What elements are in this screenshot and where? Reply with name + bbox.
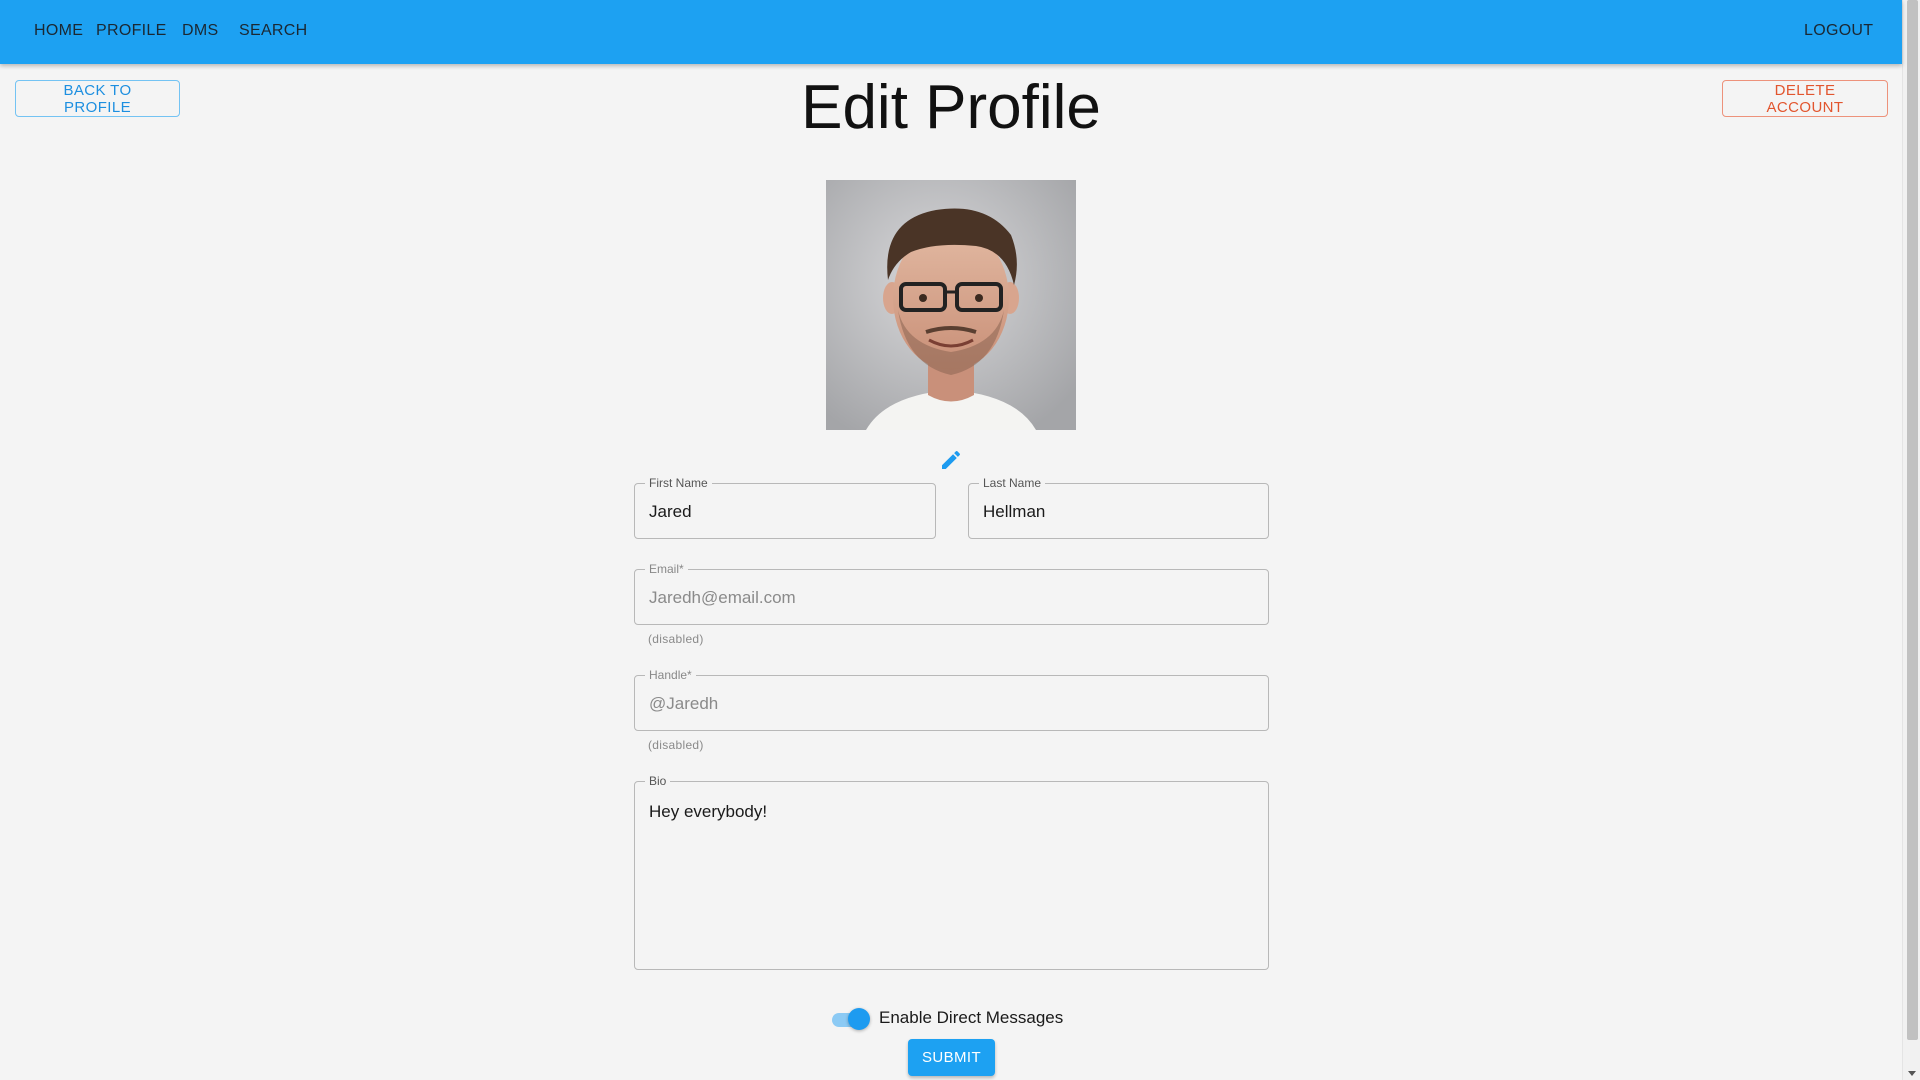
email-input: Jaredh@email.com [649,588,796,607]
last-name-input[interactable]: Hellman [983,502,1252,522]
page-scrollbar[interactable] [1902,0,1920,1080]
first-name-label: First Name [645,476,712,490]
email-field: Email* Jaredh@email.com [634,562,1269,625]
nav-search-link[interactable]: SEARCH [239,22,307,40]
pencil-icon[interactable] [939,448,963,472]
nav-home-link[interactable]: HOME [34,22,83,40]
bio-label: Bio [645,774,671,788]
email-helper-text: (disabled) [648,632,704,646]
first-name-field[interactable]: First Name Jared [634,476,936,539]
bio-textarea[interactable]: Hey everybody! [649,802,767,822]
profile-photo [826,180,1076,430]
nav-profile-link[interactable]: PROFILE [96,22,167,40]
last-name-label: Last Name [979,476,1046,490]
last-name-field[interactable]: Last Name Hellman [968,476,1269,539]
bio-field[interactable]: Bio Hey everybody! [634,774,1269,970]
avatar-image [826,180,1076,430]
nav-dms-link[interactable]: DMS [182,22,218,40]
page-title: Edit Profile [801,73,1101,142]
direct-messages-label: Enable Direct Messages [879,1008,1064,1027]
delete-account-button[interactable]: DELETE ACCOUNT [1722,80,1888,117]
handle-label: Handle* [645,668,696,682]
logout-link[interactable]: LOGOUT [1804,22,1873,40]
scroll-down-arrow-icon[interactable] [1908,1071,1916,1076]
handle-helper-text: (disabled) [648,738,704,752]
toggle-thumb [848,1008,870,1030]
submit-button[interactable]: SUBMIT [908,1039,995,1076]
handle-input: @Jaredh [649,694,719,713]
scrollbar-thumb[interactable] [1907,0,1918,1040]
first-name-input[interactable]: Jared [649,502,919,522]
direct-messages-toggle[interactable] [832,1008,870,1030]
handle-field: Handle* @Jaredh [634,668,1269,731]
email-label: Email* [645,562,688,576]
app-bar: HOME PROFILE DMS SEARCH LOGOUT [0,0,1902,64]
